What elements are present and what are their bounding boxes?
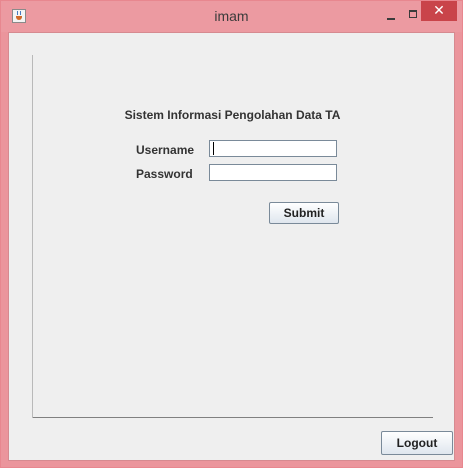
title-bar[interactable]: imam ✕ — [1, 1, 462, 32]
password-label: Password — [136, 167, 193, 181]
maximize-icon — [409, 10, 417, 18]
application-window: imam ✕ Sistem Informasi Pengolahan Data … — [0, 0, 463, 468]
password-input[interactable] — [209, 164, 337, 181]
content-pane: Sistem Informasi Pengolahan Data TA User… — [8, 32, 455, 461]
form-heading: Sistem Informasi Pengolahan Data TA — [124, 108, 341, 122]
minimize-icon — [387, 17, 395, 20]
text-caret — [213, 142, 214, 155]
submit-button[interactable]: Submit — [269, 202, 339, 224]
close-button[interactable]: ✕ — [421, 1, 457, 21]
logout-button[interactable]: Logout — [381, 431, 453, 455]
minimize-button[interactable] — [380, 7, 402, 25]
close-icon: ✕ — [433, 3, 445, 19]
username-label: Username — [136, 143, 195, 157]
username-input[interactable] — [209, 140, 337, 157]
